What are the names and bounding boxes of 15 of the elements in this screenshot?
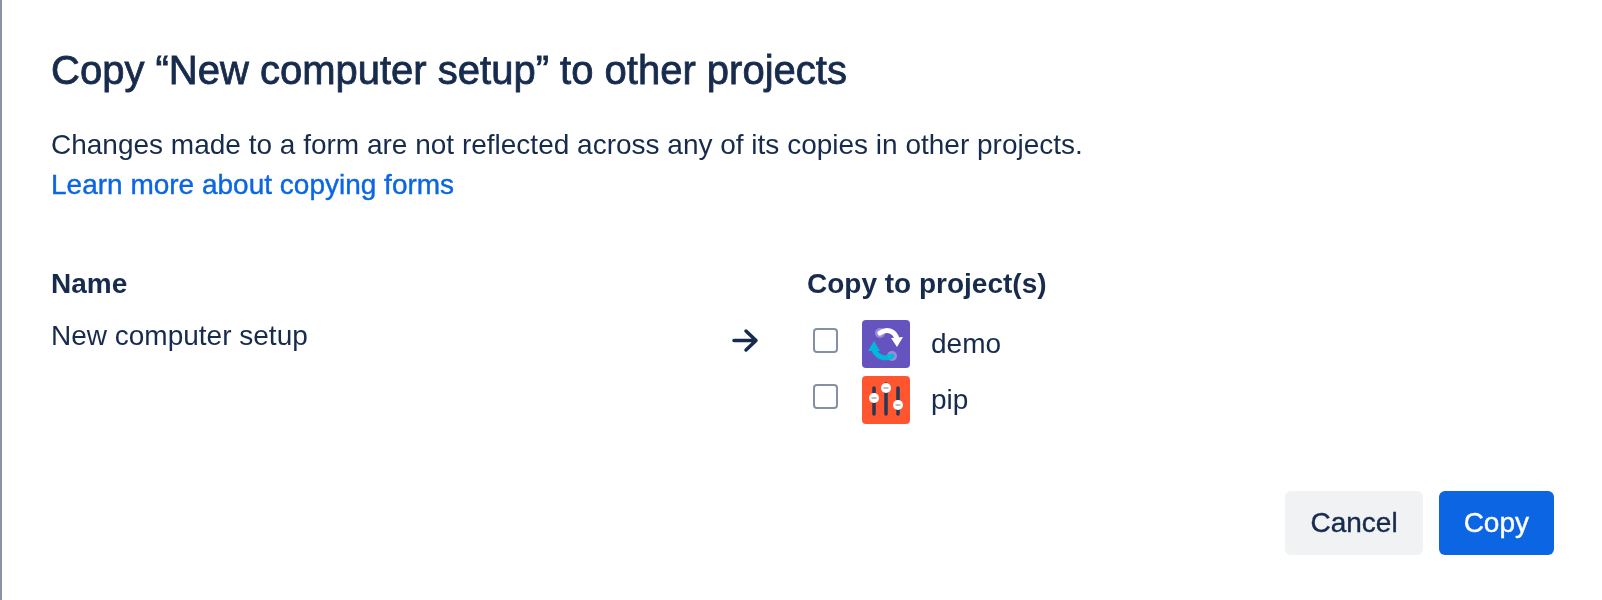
description-text: Changes made to a form are not reflected across any of its copies in other projects. (51, 128, 1083, 162)
project-name: pip (931, 383, 969, 417)
copy-button[interactable]: Copy (1438, 491, 1554, 555)
column-header: Name (51, 267, 128, 301)
form-name: New computer setup (51, 319, 308, 353)
column-header: Copy to project(s) (807, 267, 1047, 301)
learn-more-link[interactable]: Learn more about copying forms (51, 165, 455, 205)
right-arrow-icon (732, 328, 760, 353)
cancel-button[interactable]: Cancel (1285, 491, 1423, 555)
checkbox[interactable] (813, 383, 838, 409)
circular-arrows-icon (862, 320, 910, 368)
checkbox[interactable] (813, 327, 838, 353)
dialog-title: Copy “New computer setup” to other projects (51, 47, 847, 94)
sliders-icon (862, 376, 910, 424)
project-name: demo (931, 327, 1002, 361)
